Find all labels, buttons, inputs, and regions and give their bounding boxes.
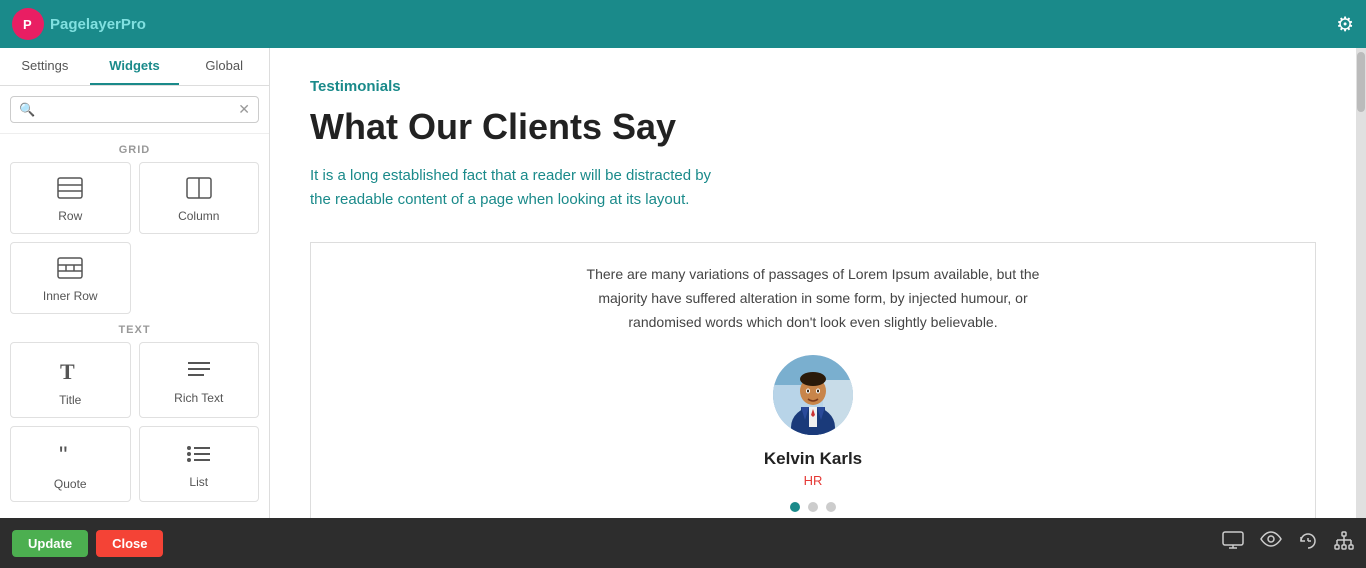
- tab-widgets[interactable]: Widgets: [90, 48, 180, 85]
- widget-title[interactable]: T Title: [10, 342, 131, 418]
- testimonial-dots: [790, 502, 836, 512]
- clear-icon[interactable]: ✕: [238, 101, 250, 118]
- bottom-toolbar: Update Close: [0, 518, 1366, 568]
- title-icon: T: [57, 357, 83, 387]
- section-description: It is a long established fact that a rea…: [310, 164, 730, 212]
- section-label: Testimonials: [310, 78, 1316, 95]
- testimonial-role: HR: [804, 473, 823, 488]
- grid-widget-grid: Row Column: [0, 162, 269, 314]
- desktop-icon[interactable]: [1222, 531, 1244, 556]
- scrollbar[interactable]: [1356, 48, 1366, 518]
- main-layout: Settings Widgets Global 🔍 ✕ GRID: [0, 48, 1366, 518]
- header: P PagelayerPro ⚙: [0, 0, 1366, 48]
- search-icon: 🔍: [19, 102, 35, 118]
- dot-3[interactable]: [826, 502, 836, 512]
- row-icon: [57, 177, 83, 203]
- close-button[interactable]: Close: [96, 530, 163, 557]
- sitemap-icon[interactable]: [1334, 531, 1354, 556]
- avatar: [773, 355, 853, 435]
- widget-row[interactable]: Row: [10, 162, 131, 234]
- widget-inner-row[interactable]: Inner Row: [10, 242, 131, 314]
- widget-list[interactable]: List: [139, 426, 260, 502]
- canvas: Testimonials What Our Clients Say It is …: [270, 48, 1356, 518]
- logo: P PagelayerPro: [12, 8, 146, 40]
- testimonial-text: There are many variations of passages of…: [563, 263, 1063, 334]
- column-label: Column: [178, 209, 219, 223]
- widget-rich-text[interactable]: Rich Text: [139, 342, 260, 418]
- gear-icon[interactable]: ⚙: [1336, 12, 1354, 37]
- text-widget-grid: T Title Rich Text: [0, 342, 269, 502]
- dot-1[interactable]: [790, 502, 800, 512]
- search-box: 🔍 ✕: [10, 96, 259, 123]
- rich-text-icon: [186, 359, 212, 385]
- sidebar: Settings Widgets Global 🔍 ✕ GRID: [0, 48, 270, 518]
- history-icon[interactable]: [1298, 531, 1318, 556]
- search-input[interactable]: [41, 102, 232, 117]
- column-icon: [186, 177, 212, 203]
- testimonials-section: Testimonials What Our Clients Say It is …: [270, 48, 1356, 242]
- scrollbar-thumb[interactable]: [1357, 52, 1365, 112]
- sidebar-content: GRID Row: [0, 134, 269, 518]
- section-title: What Our Clients Say: [310, 105, 1316, 148]
- quote-label: Quote: [54, 477, 87, 491]
- testimonial-card: There are many variations of passages of…: [310, 242, 1316, 518]
- svg-text:P: P: [23, 17, 32, 32]
- inner-row-label: Inner Row: [43, 289, 98, 303]
- toolbar-icons: [1222, 531, 1354, 556]
- quote-icon: ": [57, 441, 83, 471]
- logo-icon: P: [12, 8, 44, 40]
- row-label: Row: [58, 209, 82, 223]
- dot-2[interactable]: [808, 502, 818, 512]
- testimonial-name: Kelvin Karls: [764, 449, 862, 469]
- grid-section-label: GRID: [0, 134, 269, 162]
- logo-text: PagelayerPro: [50, 16, 146, 33]
- toolbar-actions: Update Close: [12, 530, 163, 557]
- title-label: Title: [59, 393, 81, 407]
- list-label: List: [189, 475, 208, 489]
- inner-row-icon: [57, 257, 83, 283]
- list-icon: [186, 443, 212, 469]
- text-section-label: TEXT: [0, 314, 269, 342]
- eye-icon[interactable]: [1260, 531, 1282, 556]
- svg-text:T: T: [60, 359, 75, 383]
- update-button[interactable]: Update: [12, 530, 88, 557]
- svg-text:": ": [59, 442, 68, 467]
- widget-quote[interactable]: " Quote: [10, 426, 131, 502]
- canvas-inner: Testimonials What Our Clients Say It is …: [270, 48, 1356, 518]
- rich-text-label: Rich Text: [174, 391, 223, 405]
- search-container: 🔍 ✕: [0, 86, 269, 134]
- sidebar-tabs: Settings Widgets Global: [0, 48, 269, 86]
- tab-global[interactable]: Global: [179, 48, 269, 85]
- widget-column[interactable]: Column: [139, 162, 260, 234]
- tab-settings[interactable]: Settings: [0, 48, 90, 85]
